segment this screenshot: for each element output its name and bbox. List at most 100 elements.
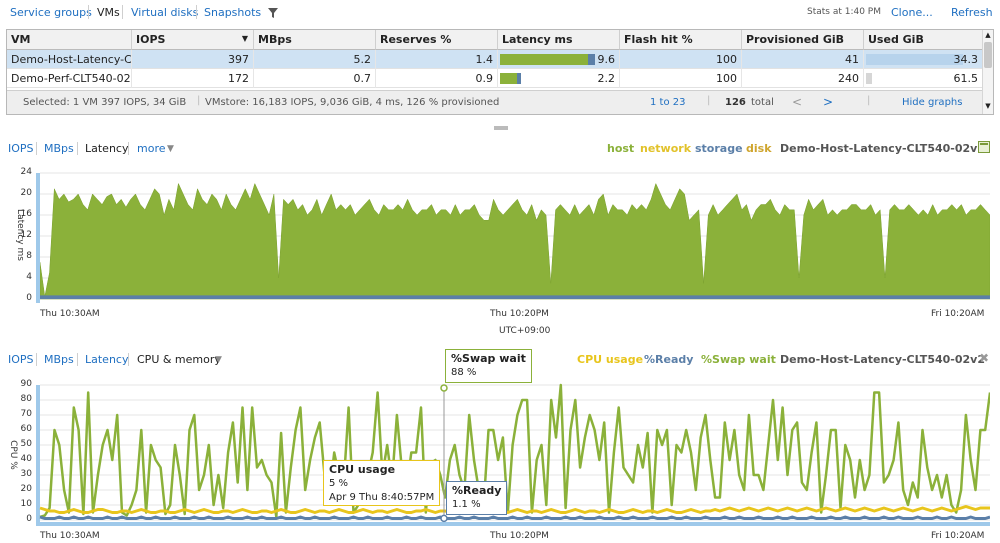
- cpu-chart[interactable]: [36, 377, 990, 529]
- tooltip-time: Apr 9 Thu 8:40:57PM: [329, 492, 435, 503]
- column-header-mbps[interactable]: MBps: [254, 30, 376, 50]
- y-tick-label: 50: [20, 439, 32, 449]
- table-row[interactable]: Demo-Host-Latency-CLT 397 5.2 1.4 9.6 10…: [7, 50, 983, 69]
- y-tick-label: 12: [20, 230, 32, 240]
- tab-cpu-memory[interactable]: CPU & memory: [137, 353, 221, 366]
- legend-swap-wait[interactable]: %Swap wait: [701, 353, 776, 366]
- tab-iops[interactable]: IOPS: [8, 142, 34, 155]
- chart-vm-name: Demo-Host-Latency-CLT540-02v2: [780, 142, 985, 155]
- export-icon[interactable]: [978, 141, 990, 153]
- clone-button[interactable]: Clone...: [891, 6, 933, 19]
- next-page-button[interactable]: >: [823, 95, 833, 109]
- tooltip-swap-wait: %Swap wait 88 %: [445, 349, 532, 383]
- hover-point: [440, 384, 448, 392]
- column-header-latency[interactable]: Latency ms: [498, 30, 620, 50]
- legend-host[interactable]: host: [607, 142, 634, 155]
- table-row[interactable]: Demo-Perf-CLT540-02 172 0.7 0.9 2.2 100 …: [7, 69, 983, 88]
- chevron-down-icon[interactable]: ▼: [167, 144, 174, 154]
- tooltip-title: CPU usage: [329, 463, 396, 476]
- total-label: total: [751, 97, 774, 108]
- y-tick-label: 0: [26, 514, 32, 524]
- cell-reserves: 0.9: [376, 69, 498, 88]
- cell-iops: 172: [132, 69, 254, 88]
- resize-handle[interactable]: [494, 126, 508, 130]
- nav-snapshots[interactable]: Snapshots: [204, 6, 261, 19]
- cell-reserves: 1.4: [376, 50, 498, 69]
- prev-page-button[interactable]: <: [792, 95, 802, 109]
- page-range[interactable]: 1 to 23: [650, 97, 685, 108]
- nav-virtual-disks[interactable]: Virtual disks: [131, 6, 198, 19]
- latency-chart[interactable]: [36, 165, 990, 305]
- column-header-reserves[interactable]: Reserves %: [376, 30, 498, 50]
- scrollbar-thumb[interactable]: [984, 42, 992, 68]
- cell-flash-hit: 100: [620, 50, 742, 69]
- y-tick-label: 20: [20, 484, 32, 494]
- cell-mbps: 0.7: [254, 69, 376, 88]
- y-tick-label: 40: [20, 454, 32, 464]
- hover-point: [440, 514, 448, 523]
- used-value: 61.5: [953, 72, 979, 85]
- footer-divider: |: [867, 95, 871, 106]
- top-navigation: Service groups VMs Virtual disks Snapsho…: [0, 0, 1000, 26]
- column-header-provisioned[interactable]: Provisioned GiB: [742, 30, 864, 50]
- cell-latency: 9.6: [498, 50, 620, 69]
- column-header-used[interactable]: Used GiB: [864, 30, 983, 50]
- column-header-label: IOPS: [136, 33, 166, 46]
- scroll-up-icon[interactable]: ▲: [984, 31, 992, 40]
- series-line: [39, 515, 990, 520]
- y-tick-label: 70: [20, 409, 32, 419]
- tab-mbps[interactable]: MBps: [44, 353, 74, 366]
- column-header-vm[interactable]: VM: [7, 30, 132, 50]
- time-marker: [36, 385, 40, 526]
- column-header-flash-hit[interactable]: Flash hit %: [620, 30, 742, 50]
- used-bar: [866, 54, 963, 65]
- nav-service-groups[interactable]: Service groups: [10, 6, 92, 19]
- legend-storage[interactable]: storage: [695, 142, 743, 155]
- cell-provisioned: 41: [742, 50, 864, 69]
- chevron-down-icon[interactable]: ▼: [215, 355, 222, 365]
- tooltip-ready: %Ready 1.1 %: [446, 481, 508, 515]
- x-tick-label: Thu 10:20PM: [490, 309, 549, 319]
- x-tick-label: Thu 10:30AM: [40, 309, 100, 319]
- column-header-iops[interactable]: IOPS ▼: [132, 30, 254, 50]
- close-icon[interactable]: ✖: [979, 351, 989, 365]
- legend-ready[interactable]: %Ready: [644, 353, 693, 366]
- used-value: 34.3: [953, 53, 979, 66]
- tooltip-value: 1.1 %: [452, 499, 481, 510]
- table-scrollbar[interactable]: ▲ ▼: [982, 30, 993, 114]
- tab-divider: [36, 142, 37, 155]
- refresh-button[interactable]: Refresh: [951, 6, 993, 19]
- tab-mbps[interactable]: MBps: [44, 142, 74, 155]
- stats-timestamp: Stats at 1:40 PM: [807, 7, 882, 17]
- legend-cpu-usage[interactable]: CPU usage: [577, 353, 643, 366]
- tab-latency[interactable]: Latency: [85, 353, 128, 366]
- tab-divider: [128, 142, 129, 155]
- tab-more[interactable]: more: [137, 142, 166, 155]
- legend-disk[interactable]: disk: [746, 142, 772, 155]
- scroll-down-icon[interactable]: ▼: [984, 102, 992, 111]
- y-tick-label: 90: [20, 379, 32, 389]
- y-tick-label: 8: [26, 251, 32, 261]
- tab-latency[interactable]: Latency: [85, 142, 128, 155]
- cell-vm-name: Demo-Host-Latency-CLT: [7, 50, 132, 69]
- cell-mbps: 5.2: [254, 50, 376, 69]
- cell-latency: 2.2: [498, 69, 620, 88]
- tab-divider: [36, 353, 37, 366]
- tab-iops[interactable]: IOPS: [8, 353, 34, 366]
- hide-graphs-button[interactable]: Hide graphs: [902, 97, 962, 108]
- chart-vm-name: Demo-Host-Latency-CLT540-02v2: [780, 353, 985, 366]
- cell-provisioned: 240: [742, 69, 864, 88]
- y-tick-label: 20: [20, 188, 32, 198]
- latency-value: 9.6: [597, 53, 616, 66]
- table-footer: Selected: 1 VM 397 IOPS, 34 GiB | VMstor…: [7, 90, 983, 114]
- tab-divider: [77, 353, 78, 366]
- filter-icon[interactable]: [268, 8, 278, 18]
- nav-vms[interactable]: VMs: [97, 6, 120, 19]
- cell-flash-hit: 100: [620, 69, 742, 88]
- legend-network[interactable]: network: [640, 142, 691, 155]
- timezone-label: UTC+09:00: [499, 326, 551, 336]
- latency-bar-host: [500, 73, 517, 84]
- x-tick-label: Fri 10:20AM: [931, 309, 985, 319]
- tooltip-title: %Ready: [452, 484, 502, 497]
- nav-divider: [88, 5, 89, 19]
